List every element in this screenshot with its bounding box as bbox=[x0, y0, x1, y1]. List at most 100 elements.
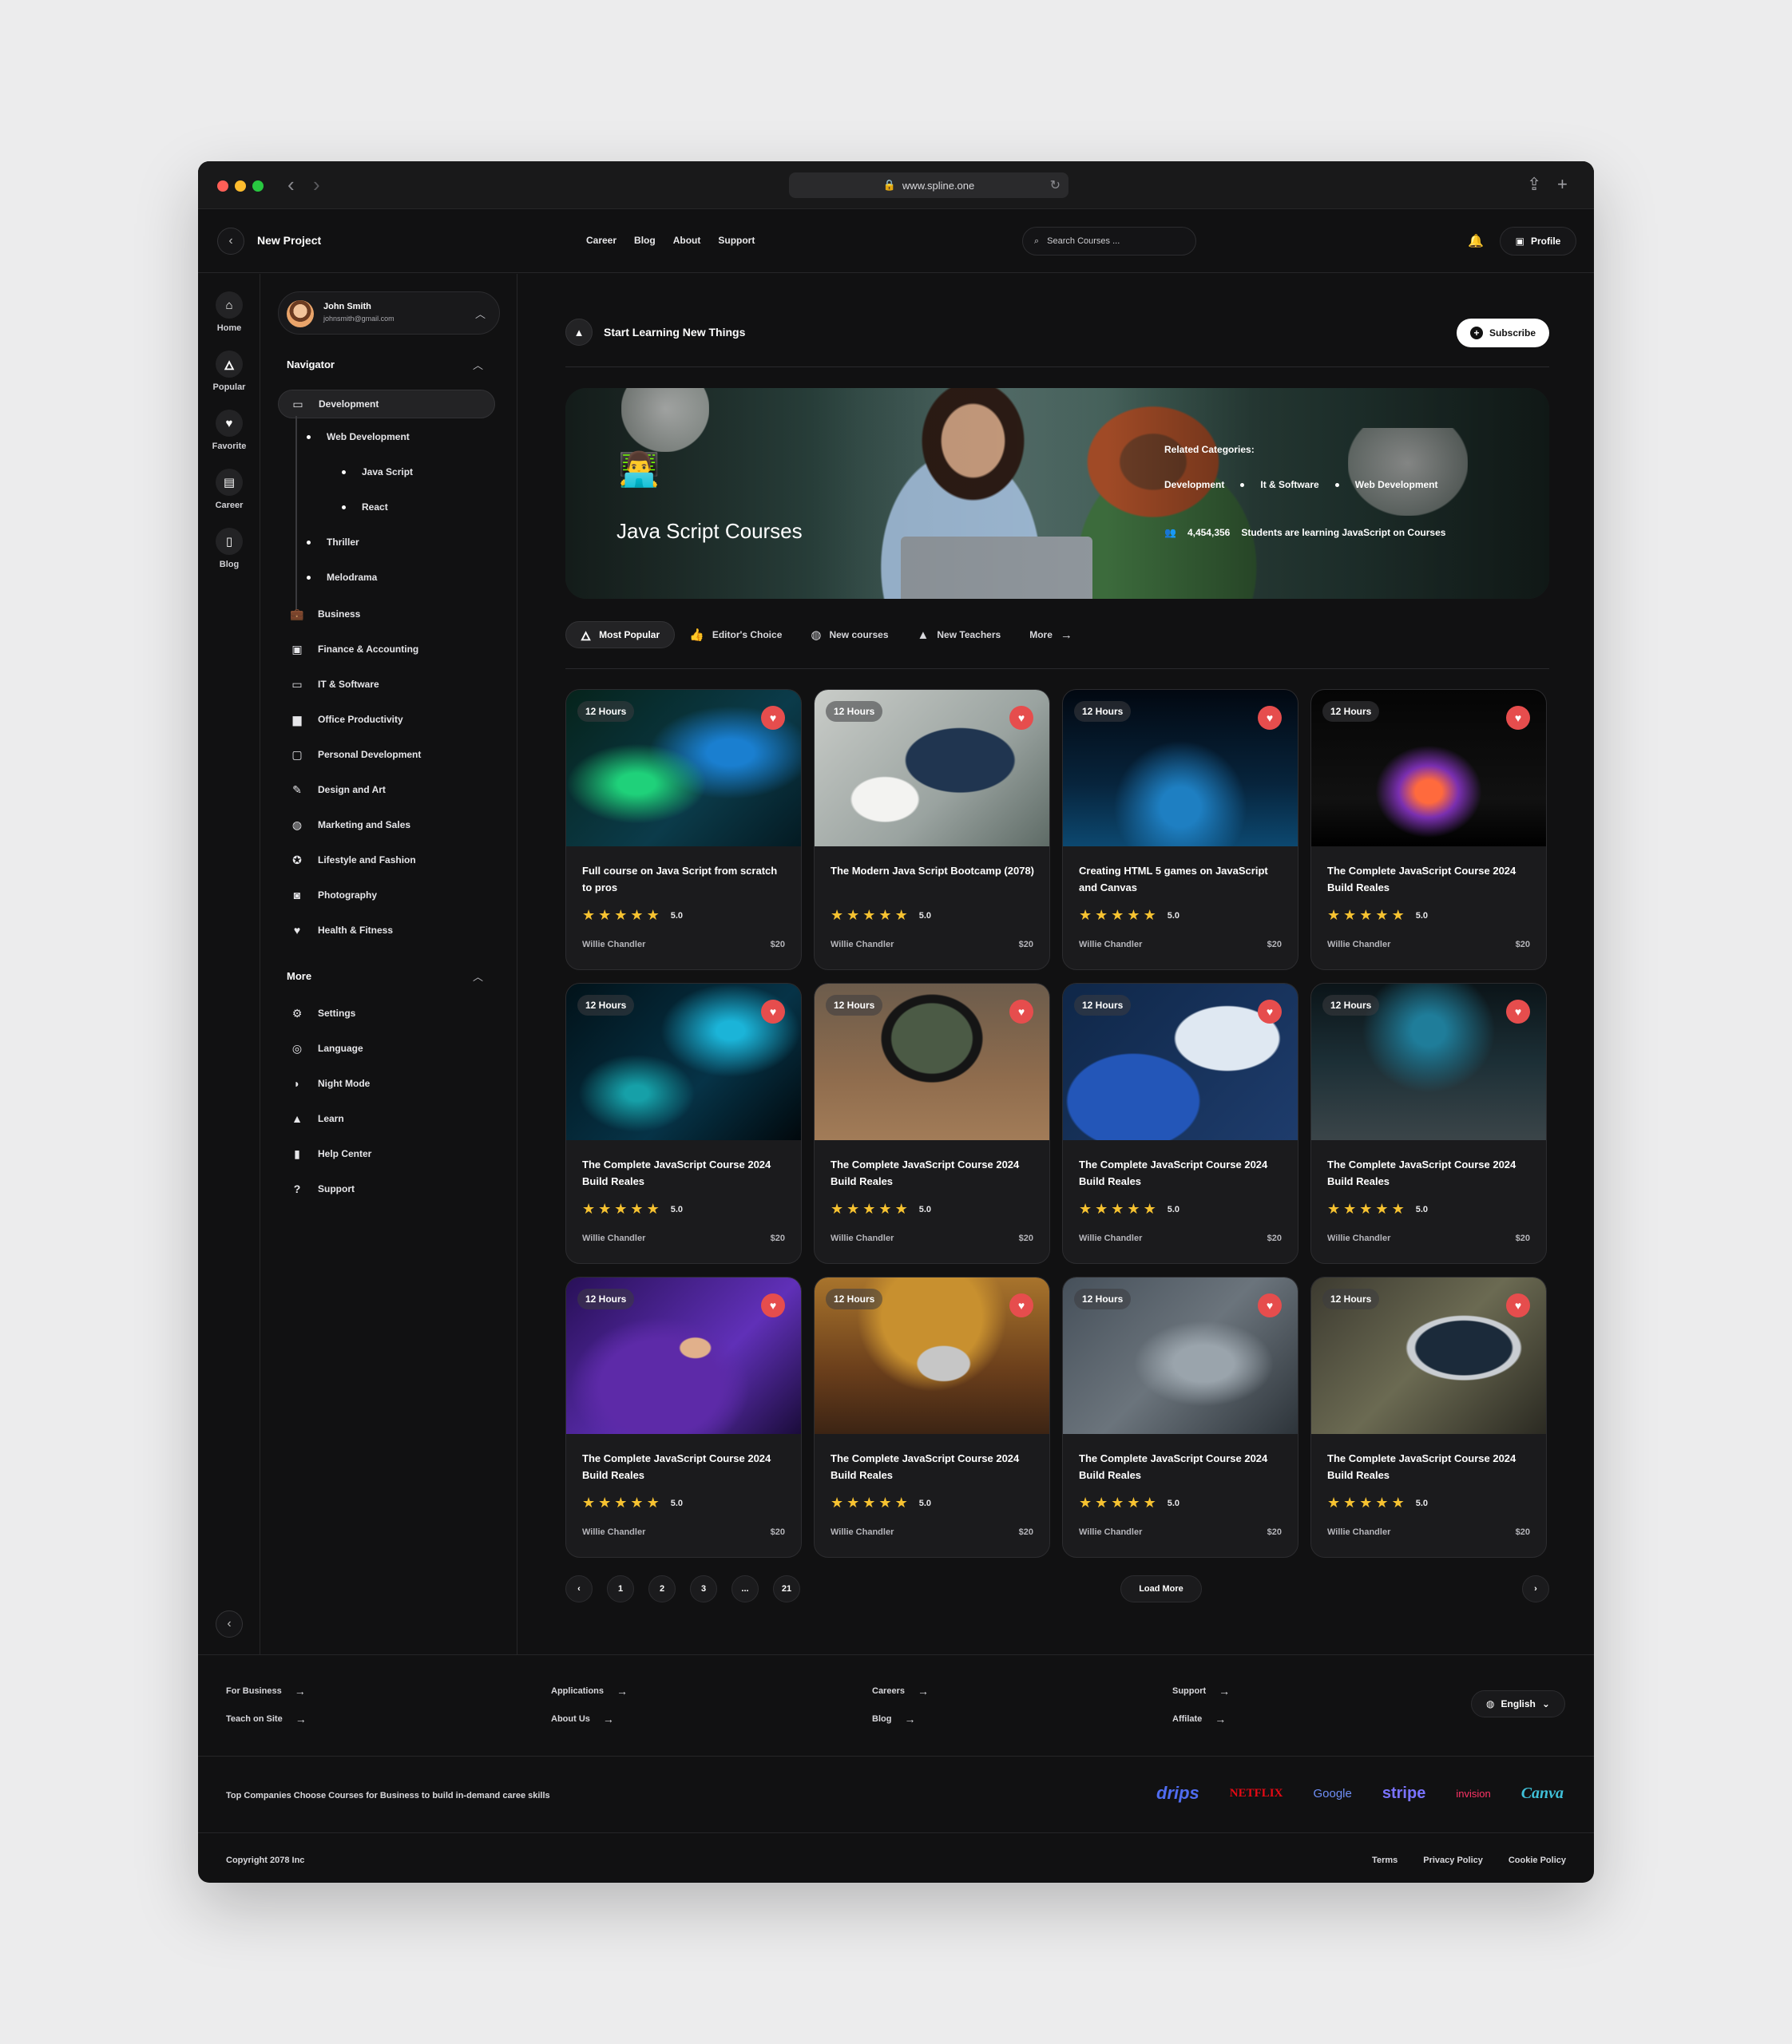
cookie-policy-link[interactable]: Cookie Policy bbox=[1509, 1856, 1566, 1865]
nav-career[interactable]: Career bbox=[586, 235, 616, 246]
browser-forward-icon[interactable]: › bbox=[313, 174, 320, 195]
course-card[interactable]: 12 Hours ♥ The Complete JavaScript Cours… bbox=[814, 983, 1050, 1264]
tab-new-teachers[interactable]: ▲ New Teachers bbox=[903, 621, 1016, 648]
course-title[interactable]: The Complete JavaScript Course 2024 Buil… bbox=[831, 1450, 1038, 1483]
course-card[interactable]: 12 Hours ♥ The Complete JavaScript Cours… bbox=[1062, 983, 1298, 1264]
favorite-heart-icon[interactable]: ♥ bbox=[761, 1293, 785, 1317]
sidebar-item-photography[interactable]: ◙ Photography bbox=[278, 881, 495, 909]
course-card[interactable]: 12 Hours ♥ The Complete JavaScript Cours… bbox=[565, 983, 802, 1264]
browser-back-icon[interactable]: ‹ bbox=[287, 174, 295, 195]
course-title[interactable]: The Complete JavaScript Course 2024 Buil… bbox=[582, 1156, 790, 1190]
tab-editors-choice[interactable]: 👍 Editor's Choice bbox=[675, 621, 796, 648]
sidebar-item-office[interactable]: ▆ Office Productivity bbox=[278, 705, 495, 734]
course-card[interactable]: 12 Hours ♥ The Modern Java Script Bootca… bbox=[814, 689, 1050, 970]
favorite-heart-icon[interactable]: ♥ bbox=[1009, 706, 1033, 730]
favorite-heart-icon[interactable]: ♥ bbox=[1506, 1293, 1530, 1317]
course-title[interactable]: Creating HTML 5 games on JavaScript and … bbox=[1079, 862, 1287, 896]
sidebar-item-marketing[interactable]: ◍ Marketing and Sales bbox=[278, 810, 495, 839]
reload-icon[interactable]: ↻ bbox=[1050, 177, 1061, 193]
sidebar-item-it-software[interactable]: ▭ IT & Software bbox=[278, 670, 495, 699]
sidebar-item-finance[interactable]: ▣ Finance & Accounting bbox=[278, 635, 495, 664]
collapse-sidebar-button[interactable]: ‹ bbox=[216, 1610, 243, 1638]
favorite-heart-icon[interactable]: ♥ bbox=[761, 1000, 785, 1024]
profile-button[interactable]: ▣ Profile bbox=[1500, 227, 1576, 256]
sidebar-item-health[interactable]: ♥ Health & Fitness bbox=[278, 916, 495, 945]
footer-link[interactable]: Teach on Site → bbox=[226, 1713, 307, 1725]
page-button[interactable]: 2 bbox=[648, 1575, 676, 1602]
page-button[interactable]: 1 bbox=[607, 1575, 634, 1602]
favorite-heart-icon[interactable]: ♥ bbox=[1009, 1293, 1033, 1317]
sidebar-subitem-web-development[interactable]: Web Development bbox=[307, 431, 410, 442]
related-category[interactable]: Development bbox=[1164, 479, 1224, 490]
footer-link[interactable]: Applications → bbox=[551, 1685, 628, 1697]
tab-new-courses[interactable]: ◍ New courses bbox=[796, 621, 902, 648]
back-button[interactable]: ‹ bbox=[217, 228, 244, 255]
privacy-policy-link[interactable]: Privacy Policy bbox=[1423, 1856, 1483, 1865]
footer-link[interactable]: Blog → bbox=[872, 1713, 915, 1725]
close-window-button[interactable] bbox=[217, 180, 228, 192]
nav-support[interactable]: Support bbox=[718, 235, 755, 246]
course-title[interactable]: The Complete JavaScript Course 2024 Buil… bbox=[1079, 1450, 1287, 1483]
page-button[interactable]: 21 bbox=[773, 1575, 800, 1602]
rail-item-popular[interactable]: 🜂 Popular bbox=[198, 351, 260, 392]
bell-icon[interactable]: 🔔 bbox=[1468, 233, 1484, 249]
share-icon[interactable]: ⇪ bbox=[1527, 174, 1541, 195]
course-card[interactable]: 12 Hours ♥ The Complete JavaScript Cours… bbox=[1310, 983, 1547, 1264]
favorite-heart-icon[interactable]: ♥ bbox=[1506, 706, 1530, 730]
sidebar-item-learn[interactable]: ▲ Learn bbox=[278, 1104, 495, 1133]
maximize-window-button[interactable] bbox=[252, 180, 264, 192]
sidebar-item-personal[interactable]: ▢ Personal Development bbox=[278, 740, 495, 769]
course-title[interactable]: The Complete JavaScript Course 2024 Buil… bbox=[831, 1156, 1038, 1190]
tab-more[interactable]: More → bbox=[1015, 621, 1087, 648]
related-category[interactable]: It & Software bbox=[1260, 479, 1318, 490]
rail-item-blog[interactable]: ▯ Blog bbox=[198, 528, 260, 569]
prev-page-button[interactable]: ‹ bbox=[565, 1575, 593, 1602]
sidebar-item-design[interactable]: ✎ Design and Art bbox=[278, 775, 495, 804]
address-bar[interactable]: 🔒 www.spline.one ↻ bbox=[789, 172, 1068, 198]
course-card[interactable]: 12 Hours ♥ The Complete JavaScript Cours… bbox=[1062, 1277, 1298, 1558]
favorite-heart-icon[interactable]: ♥ bbox=[761, 706, 785, 730]
search-input[interactable]: ⌕ Search Courses ... bbox=[1022, 227, 1196, 256]
course-card[interactable]: 12 Hours ♥ Creating HTML 5 games on Java… bbox=[1062, 689, 1298, 970]
terms-link[interactable]: Terms bbox=[1372, 1856, 1398, 1865]
sidebar-item-night-mode[interactable]: ◗ Night Mode bbox=[278, 1069, 495, 1098]
sidebar-item-lifestyle[interactable]: ✪ Lifestyle and Fashion bbox=[278, 846, 495, 874]
rail-item-favorite[interactable]: ♥ Favorite bbox=[198, 410, 260, 451]
nav-about[interactable]: About bbox=[673, 235, 701, 246]
course-card[interactable]: 12 Hours ♥ The Complete JavaScript Cours… bbox=[1310, 689, 1547, 970]
sidebar-item-support[interactable]: ? Support bbox=[278, 1175, 495, 1203]
footer-link[interactable]: Support → bbox=[1172, 1685, 1230, 1697]
course-card[interactable]: 12 Hours ♥ The Complete JavaScript Cours… bbox=[1310, 1277, 1547, 1558]
language-select[interactable]: ◍ English ⌄ bbox=[1471, 1690, 1565, 1717]
sidebar-item-business[interactable]: 💼 Business bbox=[278, 600, 495, 628]
sidebar-subitem-thriller[interactable]: Thriller bbox=[307, 537, 359, 548]
nav-blog[interactable]: Blog bbox=[634, 235, 656, 246]
load-more-button[interactable]: Load More bbox=[1120, 1575, 1202, 1602]
favorite-heart-icon[interactable]: ♥ bbox=[1009, 1000, 1033, 1024]
favorite-heart-icon[interactable]: ♥ bbox=[1258, 1293, 1282, 1317]
user-card[interactable]: John Smith johnsmith@gmail.com ︿ bbox=[278, 291, 500, 335]
sidebar-subitem-melodrama[interactable]: Melodrama bbox=[307, 572, 377, 583]
favorite-heart-icon[interactable]: ♥ bbox=[1258, 706, 1282, 730]
related-category[interactable]: Web Development bbox=[1355, 479, 1438, 490]
course-title[interactable]: The Complete JavaScript Course 2024 Buil… bbox=[582, 1450, 790, 1483]
footer-link[interactable]: About Us → bbox=[551, 1713, 614, 1725]
chevron-up-icon[interactable]: ︿ bbox=[473, 357, 483, 372]
rail-item-career[interactable]: ▤ Career bbox=[198, 469, 260, 510]
sidebar-subitem-java-script[interactable]: Java Script bbox=[342, 466, 413, 477]
course-card[interactable]: 12 Hours ♥ The Complete JavaScript Cours… bbox=[814, 1277, 1050, 1558]
course-title[interactable]: The Complete JavaScript Course 2024 Buil… bbox=[1079, 1156, 1287, 1190]
footer-link[interactable]: Careers → bbox=[872, 1685, 929, 1697]
page-button[interactable]: 3 bbox=[690, 1575, 717, 1602]
tab-most-popular[interactable]: 🜂 Most Popular bbox=[565, 621, 676, 648]
sidebar-item-language[interactable]: ◎ Language bbox=[278, 1034, 495, 1063]
course-title[interactable]: The Modern Java Script Bootcamp (2078) bbox=[831, 862, 1038, 879]
footer-link[interactable]: Affilate → bbox=[1172, 1713, 1226, 1725]
chevron-up-icon[interactable]: ︿ bbox=[475, 306, 486, 321]
course-card[interactable]: 12 Hours ♥ Full course on Java Script fr… bbox=[565, 689, 802, 970]
favorite-heart-icon[interactable]: ♥ bbox=[1258, 1000, 1282, 1024]
course-title[interactable]: The Complete JavaScript Course 2024 Buil… bbox=[1327, 862, 1535, 896]
favorite-heart-icon[interactable]: ♥ bbox=[1506, 1000, 1530, 1024]
next-page-button[interactable]: › bbox=[1522, 1575, 1549, 1602]
course-title[interactable]: The Complete JavaScript Course 2024 Buil… bbox=[1327, 1156, 1535, 1190]
